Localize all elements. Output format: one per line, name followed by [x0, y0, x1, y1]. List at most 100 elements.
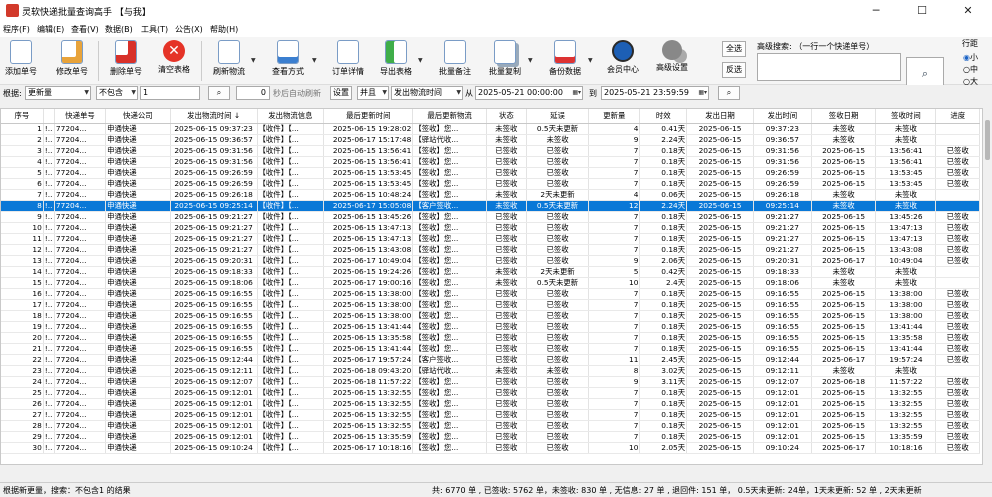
refresh-logistics-button[interactable]: 刷新物流 — [209, 39, 249, 83]
table-row[interactable]: 2!.. 77204... 申通快递 2025-06-15 09:36:57 【收件】【… — [1, 134, 980, 146]
table-row[interactable]: 22!.. 77204... 申通快递 2025-06-15 09:12:44 【收件】… — [1, 354, 980, 366]
menu-data[interactable]: 数据(B) — [105, 24, 133, 35]
table-row[interactable]: 6!.. 77204... 申通快递 2025-06-15 09:26:59 【收件】【… — [1, 178, 980, 190]
table-row[interactable]: 13!.. 77204... 申通快递 2025-06-15 09:20:31 【收件】… — [1, 255, 980, 267]
menu-program[interactable]: 程序(F) — [3, 24, 30, 35]
table-row[interactable]: 5!.. 77204... 申通快递 2025-06-15 09:26:59 【收件】【… — [1, 167, 980, 179]
table-cell: 5 — [588, 266, 641, 278]
column-header[interactable]: 最后更新物流 — [412, 109, 487, 124]
refresh-seconds-input[interactable]: 0 — [236, 86, 270, 100]
column-header[interactable]: 发出物流时间 ↓ — [170, 109, 258, 124]
member-center-button[interactable]: 会员中心 — [602, 39, 644, 83]
table-row[interactable]: 21!.. 77204... 申通快递 2025-06-15 09:16:55 【收件】… — [1, 343, 980, 355]
calendar-icon: ▦▾ — [698, 89, 707, 96]
table-row[interactable]: 23!.. 77204... 申通快递 2025-06-15 09:12:11 【收件】… — [1, 365, 980, 377]
copy-dropdown-icon[interactable]: ▼ — [528, 57, 533, 64]
export-dropdown-icon[interactable]: ▼ — [418, 57, 423, 64]
column-header[interactable]: 进度 — [935, 109, 980, 124]
refresh-dropdown-icon[interactable]: ▼ — [251, 57, 256, 64]
settings-button[interactable]: 设置 — [330, 86, 352, 100]
date-to-picker[interactable]: 2025-05-21 23:59:59 ▦▾ — [601, 86, 709, 100]
table-row[interactable]: 10!.. 77204... 申通快递 2025-06-15 09:21:27 【收件】… — [1, 222, 980, 234]
add-number-button[interactable]: 添加单号 — [3, 39, 39, 83]
column-header[interactable]: 时效 — [639, 109, 688, 124]
column-header[interactable] — [43, 109, 55, 124]
backup-data-button[interactable]: 备份数据 — [544, 39, 586, 83]
table-row[interactable]: 14!.. 77204... 申通快递 2025-06-15 09:18:33 【收件】… — [1, 266, 980, 278]
column-header[interactable]: 快递公司 — [105, 109, 171, 124]
clear-table-button[interactable]: ✕ 清空表格 — [155, 39, 193, 83]
table-row[interactable]: 20!.. 77204... 申通快递 2025-06-15 09:16:55 【收件】… — [1, 332, 980, 344]
advanced-search-input[interactable] — [757, 53, 901, 81]
column-header[interactable]: 快递单号 — [54, 109, 107, 124]
table-row[interactable]: 18!.. 77204... 申通快递 2025-06-15 09:16:55 【收件】… — [1, 310, 980, 322]
date-field-select[interactable]: 发出物流时间 ▼ — [391, 86, 463, 100]
table-row[interactable]: 16!.. 77204... 申通快递 2025-06-15 09:16:55 【收件】… — [1, 288, 980, 300]
view-dropdown-icon[interactable]: ▼ — [312, 57, 317, 64]
column-header[interactable]: 发出日期 — [686, 109, 754, 124]
table-row[interactable]: 26!.. 77204... 申通快递 2025-06-15 09:12:01 【收件】… — [1, 398, 980, 410]
table-row[interactable]: 27!.. 77204... 申通快递 2025-06-15 09:12:01 【收件】… — [1, 409, 980, 421]
table-row[interactable]: 24!.. 77204... 申通快递 2025-06-15 09:12:07 【收件】… — [1, 376, 980, 388]
search-condition-select[interactable]: 不包含 ▼ — [96, 86, 138, 100]
table-row[interactable]: 4!.. 77204... 申通快递 2025-06-15 09:31:56 【收件】【… — [1, 156, 980, 168]
menu-view[interactable]: 查看(V) — [71, 24, 99, 35]
table-row[interactable]: 17!.. 77204... 申通快递 2025-06-15 09:16:55 【收件】… — [1, 299, 980, 311]
table-row[interactable]: 15!.. 77204... 申通快递 2025-06-15 09:18:06 【收件】… — [1, 277, 980, 289]
order-details-button[interactable]: 订单详情 — [328, 39, 368, 83]
table-row[interactable]: 30!.. 77204... 申通快递 2025-06-15 09:10:24 【收件】… — [1, 442, 980, 454]
column-header[interactable]: 签收时间 — [875, 109, 937, 124]
batch-copy-button[interactable]: 批量复制 — [484, 39, 526, 83]
table-cell: 已签收 — [486, 442, 527, 454]
backup-dropdown-icon[interactable]: ▼ — [588, 57, 593, 64]
search-value-input[interactable]: 1 — [140, 86, 200, 100]
table-row[interactable]: 12!.. 77204... 申通快递 2025-06-15 09:21:27 【收件】… — [1, 244, 980, 256]
scroll-thumb[interactable] — [985, 120, 990, 160]
table-cell: 27 — [1, 409, 44, 421]
menu-edit[interactable]: 编辑(E) — [37, 24, 64, 35]
column-header[interactable]: 状态 — [486, 109, 527, 124]
date-search-button[interactable]: ⌕ — [718, 86, 740, 100]
table-row[interactable]: 29!.. 77204... 申通快递 2025-06-15 09:12:01 【收件】… — [1, 431, 980, 443]
column-header[interactable]: 序号 — [1, 109, 44, 124]
column-header[interactable]: 更新量 — [588, 109, 641, 124]
view-mode-button[interactable]: 查看方式 — [268, 39, 308, 83]
column-header[interactable]: 延误 — [526, 109, 590, 124]
maximize-icon[interactable]: ☐ — [899, 0, 945, 22]
delete-number-button[interactable]: 删除单号 — [106, 39, 146, 83]
column-header[interactable]: 最后更新时间 — [323, 109, 414, 124]
edit-number-button[interactable]: 修改单号 — [54, 39, 90, 83]
copy-doc-icon — [494, 40, 516, 64]
table-cell: 【收件】【... — [257, 211, 325, 223]
logic-select[interactable]: 并且 ▼ — [357, 86, 389, 100]
select-all-button[interactable]: 全选 — [722, 41, 746, 57]
search-field-select[interactable]: 更新量 ▼ — [25, 86, 91, 100]
invert-selection-button[interactable]: 反选 — [722, 62, 746, 78]
minimize-icon[interactable]: ─ — [853, 0, 899, 22]
search-button[interactable]: ⌕ — [208, 86, 230, 100]
advanced-settings-button[interactable]: 高级设置 — [651, 39, 693, 83]
menu-notice[interactable]: 公告(X) — [175, 24, 203, 35]
table-row[interactable]: 11!.. 77204... 申通快递 2025-06-15 09:21:27 【收件】… — [1, 233, 980, 245]
table-row[interactable]: 8!.. 77204... 申通快递 2025-06-15 09:25:14 【收件】【… — [1, 200, 980, 212]
menu-tools[interactable]: 工具(T) — [141, 24, 168, 35]
column-header[interactable]: 签收日期 — [811, 109, 877, 124]
table-row[interactable]: 7!.. 77204... 申通快递 2025-06-15 09:26:18 【收件】【… — [1, 189, 980, 201]
row-height-small[interactable]: ◉小 — [963, 52, 978, 64]
table-row[interactable]: 1!.. 77204... 申通快递 2025-06-15 09:37:23 【收件】【… — [1, 123, 980, 135]
table-row[interactable]: 9!.. 77204... 申通快递 2025-06-15 09:21:27 【收件】【… — [1, 211, 980, 223]
table-row[interactable]: 25!.. 77204... 申通快递 2025-06-15 09:12:01 【收件】… — [1, 387, 980, 399]
menu-help[interactable]: 帮助(H) — [210, 24, 238, 35]
horizontal-scrollbar[interactable] — [0, 465, 983, 474]
export-table-button[interactable]: 导出表格 — [376, 39, 416, 83]
column-header[interactable]: 发出物流信息 — [257, 109, 325, 124]
date-from-picker[interactable]: 2025-05-21 00:00:00 ▦▾ — [475, 86, 583, 100]
table-row[interactable]: 3!.. 77204... 申通快递 2025-06-15 09:31:56 【收件】【… — [1, 145, 980, 157]
column-header[interactable]: 发出时间 — [753, 109, 812, 124]
vertical-scrollbar[interactable] — [983, 108, 992, 465]
table-row[interactable]: 19!.. 77204... 申通快递 2025-06-15 09:16:55 【收件】… — [1, 321, 980, 333]
table-row[interactable]: 28!.. 77204... 申通快递 2025-06-15 09:12:01 【收件】… — [1, 420, 980, 432]
row-height-medium[interactable]: ○中 — [963, 64, 978, 76]
close-icon[interactable]: ✕ — [945, 0, 991, 22]
batch-note-button[interactable]: 批量备注 — [434, 39, 476, 83]
